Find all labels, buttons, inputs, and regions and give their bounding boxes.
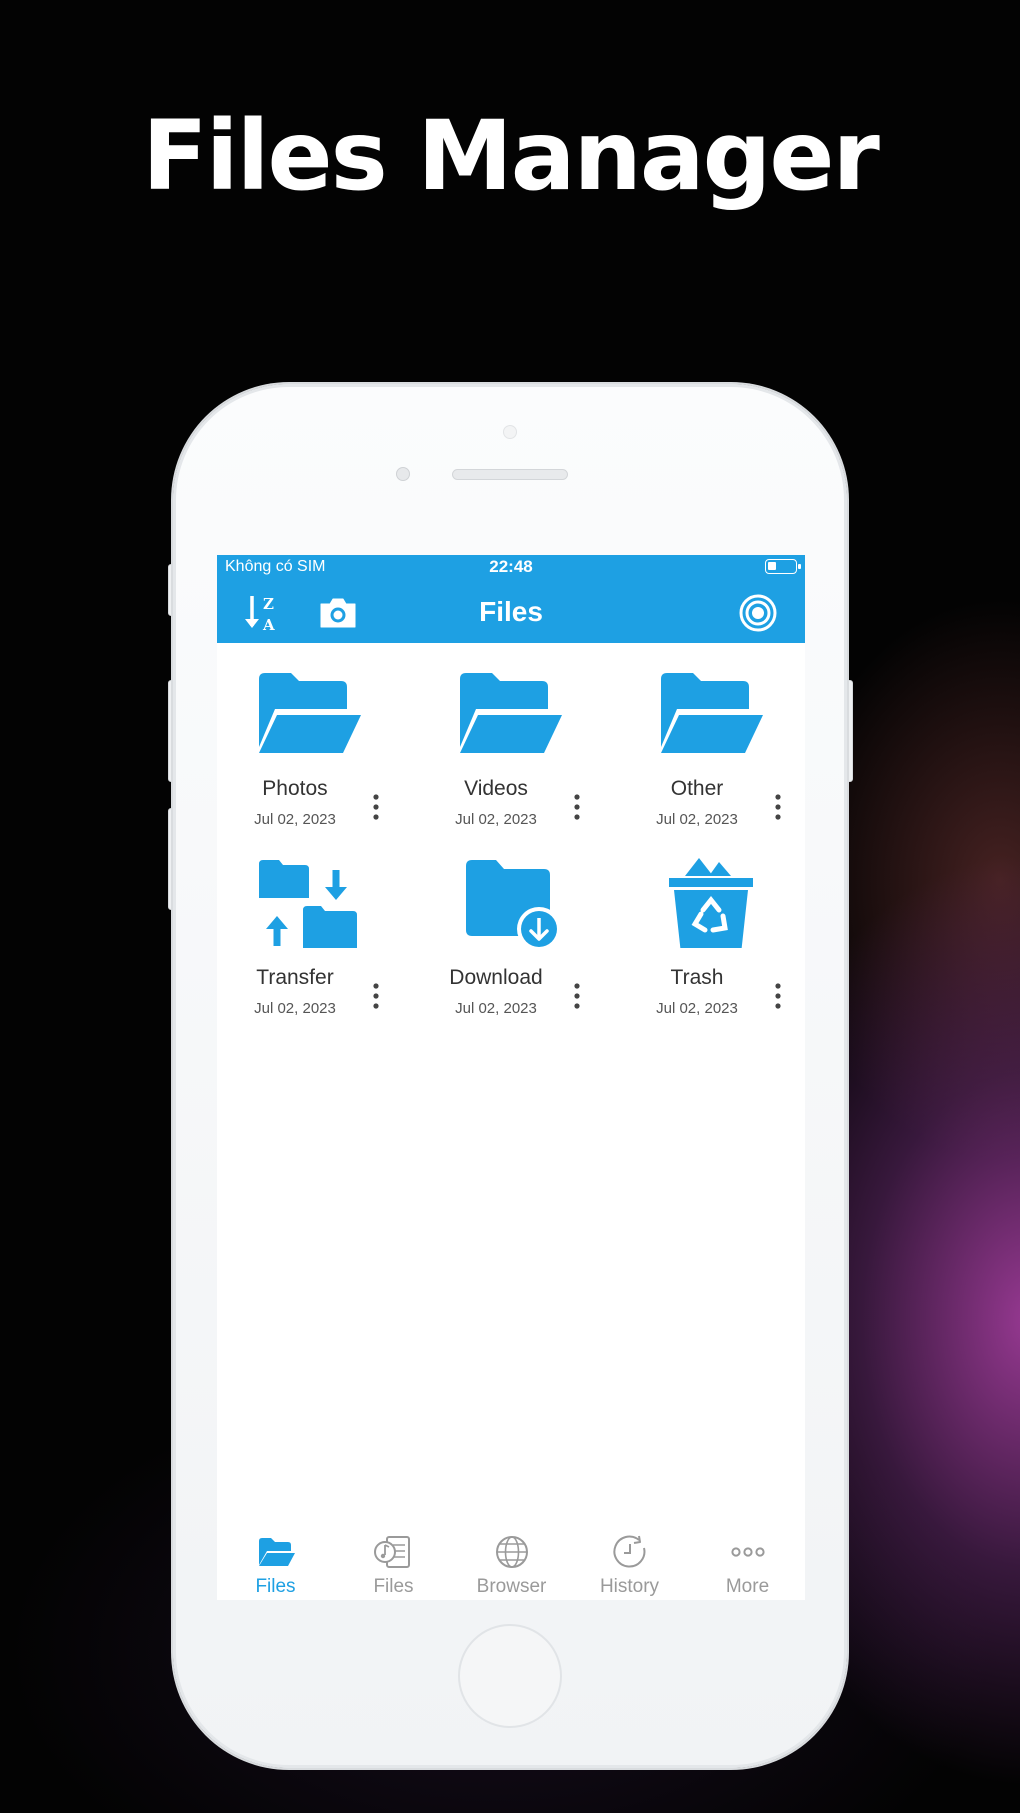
- more-vertical-icon[interactable]: [369, 982, 383, 1010]
- more-vertical-icon[interactable]: [369, 793, 383, 821]
- tab-files-2[interactable]: Files: [335, 1525, 452, 1600]
- folder-date: Jul 02, 2023: [455, 811, 537, 828]
- svg-text:Z: Z: [263, 595, 274, 613]
- folder-date: Jul 02, 2023: [455, 1000, 537, 1017]
- folder-name: Trash: [670, 966, 724, 989]
- tab-files[interactable]: Files: [217, 1525, 334, 1600]
- transfer-icon: [259, 860, 357, 948]
- tab-label: Files: [255, 1576, 296, 1597]
- folder-download[interactable]: Download Jul 02, 2023: [418, 832, 614, 1021]
- camera-icon[interactable]: [317, 592, 359, 634]
- folder-name: Other: [670, 777, 724, 800]
- battery-icon: [765, 559, 801, 574]
- more-vertical-icon[interactable]: [771, 982, 785, 1010]
- folder-date: Jul 02, 2023: [254, 811, 336, 828]
- music-document-icon: [374, 1536, 410, 1568]
- tab-more[interactable]: More: [689, 1525, 805, 1600]
- folder-open-icon: [460, 673, 562, 753]
- folder-download-icon: [466, 860, 561, 948]
- recycle-bin-icon: [669, 858, 753, 948]
- tab-label: More: [725, 1576, 770, 1597]
- more-vertical-icon[interactable]: [570, 793, 584, 821]
- folder-date: Jul 02, 2023: [656, 1000, 738, 1017]
- tab-history[interactable]: History: [571, 1525, 688, 1600]
- more-dots-icon: [731, 1547, 765, 1557]
- folder-name: Videos: [464, 777, 528, 800]
- folder-photos[interactable]: Photos Jul 02, 2023: [217, 643, 413, 832]
- sensor: [503, 425, 517, 439]
- folder-open-icon: [661, 673, 763, 753]
- front-camera: [396, 467, 410, 481]
- more-vertical-icon[interactable]: [771, 793, 785, 821]
- tab-bar: Files Files Browser History More: [217, 1525, 805, 1600]
- app-header: Không có SIM 22:48 Files Z A: [217, 555, 805, 643]
- page-title: Files: [479, 596, 543, 627]
- status-bar: Không có SIM 22:48: [217, 555, 805, 581]
- folder-open-icon: [259, 673, 361, 753]
- status-time: 22:48: [489, 557, 533, 576]
- headline: Files Manager: [142, 100, 880, 212]
- app-screen: Không có SIM 22:48 Files Z A Photos Jul …: [217, 555, 805, 1600]
- folder-date: Jul 02, 2023: [656, 811, 738, 828]
- folder-name: Photos: [262, 777, 328, 800]
- folder-trash[interactable]: Trash Jul 02, 2023: [619, 832, 805, 1021]
- tab-label: History: [599, 1576, 660, 1597]
- earpiece-speaker: [452, 469, 568, 480]
- clock-history-icon: [613, 1535, 646, 1568]
- globe-icon: [496, 1536, 528, 1568]
- folder-icon: [259, 1538, 295, 1566]
- folder-transfer[interactable]: Transfer Jul 02, 2023: [217, 832, 413, 1021]
- folder-name: Transfer: [256, 966, 334, 989]
- folder-date: Jul 02, 2023: [254, 1000, 336, 1017]
- home-button[interactable]: [458, 1624, 562, 1728]
- folder-other[interactable]: Other Jul 02, 2023: [619, 643, 805, 832]
- nav-bar: Files Z A: [217, 581, 805, 643]
- folder-videos[interactable]: Videos Jul 02, 2023: [418, 643, 614, 832]
- folder-name: Download: [449, 966, 543, 989]
- tab-label: Browser: [476, 1576, 547, 1597]
- more-vertical-icon[interactable]: [570, 982, 584, 1010]
- target-icon[interactable]: [737, 592, 779, 634]
- svg-text:A: A: [262, 616, 275, 634]
- tab-label: Files: [373, 1576, 414, 1597]
- tab-browser[interactable]: Browser: [453, 1525, 570, 1600]
- sort-z-a-icon[interactable]: Z A: [242, 592, 284, 634]
